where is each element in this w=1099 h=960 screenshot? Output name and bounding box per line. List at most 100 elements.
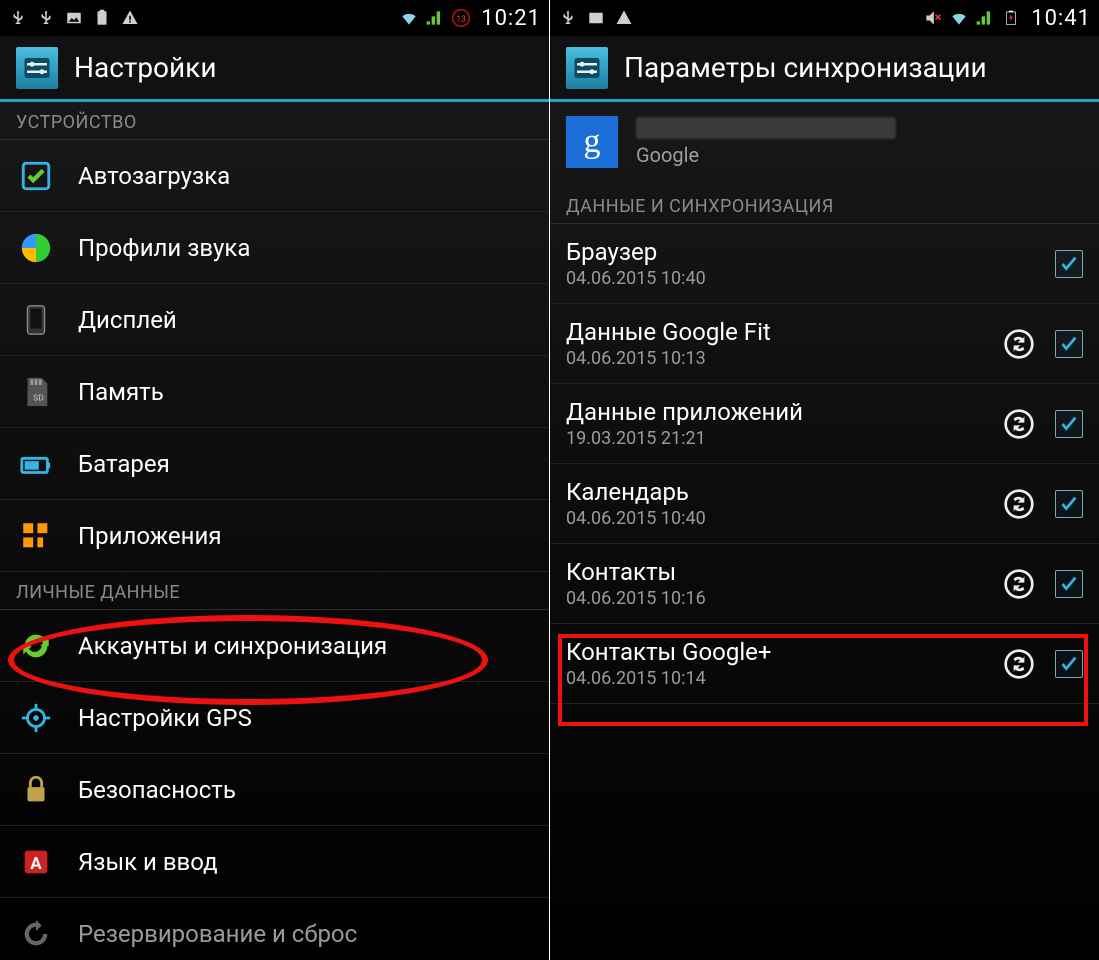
backup-icon bbox=[16, 914, 56, 954]
sync-row-contacts[interactable]: Контакты 04.06.2015 10:16 bbox=[550, 544, 1099, 624]
sync-status-icon bbox=[1003, 648, 1035, 680]
usb-icon bbox=[8, 8, 28, 28]
usb-icon bbox=[558, 8, 578, 28]
sync-item-label: Браузер bbox=[566, 238, 1033, 266]
sync-item-timestamp: 04.06.2015 10:14 bbox=[566, 668, 981, 689]
display-icon bbox=[16, 300, 56, 340]
row-label: Язык и ввод bbox=[78, 848, 218, 876]
wifi-icon bbox=[949, 8, 969, 28]
sync-item-timestamp: 04.06.2015 10:16 bbox=[566, 588, 981, 609]
storage-icon: SD bbox=[16, 372, 56, 412]
settings-list: УСТРОЙСТВО Автозагрузка Профили звука Ди… bbox=[0, 102, 549, 960]
screen-settings: 13 10:21 Настройки УСТРОЙСТВО Автозагруз… bbox=[0, 0, 549, 960]
row-accounts-sync[interactable]: Аккаунты и синхронизация bbox=[0, 610, 549, 682]
row-label: Аккаунты и синхронизация bbox=[78, 632, 387, 660]
sync-item-label: Календарь bbox=[566, 478, 981, 506]
sync-checkbox[interactable] bbox=[1055, 330, 1083, 358]
usb-icon bbox=[36, 8, 56, 28]
row-label: Батарея bbox=[78, 450, 170, 478]
sync-item-timestamp: 04.06.2015 10:40 bbox=[566, 508, 981, 529]
svg-text:A: A bbox=[30, 854, 42, 874]
row-label: Приложения bbox=[78, 522, 222, 550]
sync-row-contacts-gplus[interactable]: Контакты Google+ 04.06.2015 10:14 bbox=[550, 624, 1099, 704]
sync-item-label: Контакты Google+ bbox=[566, 638, 981, 666]
account-provider: Google bbox=[636, 143, 896, 167]
row-storage[interactable]: SD Память bbox=[0, 356, 549, 428]
sync-item-label: Данные Google Fit bbox=[566, 318, 981, 346]
picture-icon bbox=[64, 8, 84, 28]
sync-item-timestamp: 04.06.2015 10:13 bbox=[566, 348, 981, 369]
row-language[interactable]: A Язык и ввод bbox=[0, 826, 549, 898]
picture-icon bbox=[586, 8, 606, 28]
title-bar: Настройки bbox=[0, 36, 549, 102]
status-bar: 10:41 bbox=[550, 0, 1099, 36]
settings-app-icon bbox=[16, 47, 58, 89]
sync-checkbox[interactable] bbox=[1055, 410, 1083, 438]
settings-app-icon bbox=[566, 47, 608, 89]
lock-icon bbox=[16, 770, 56, 810]
sync-checkbox[interactable] bbox=[1055, 250, 1083, 278]
sync-icon bbox=[16, 626, 56, 666]
battery-icon bbox=[16, 444, 56, 484]
row-autostart[interactable]: Автозагрузка bbox=[0, 140, 549, 212]
sync-item-label: Контакты bbox=[566, 558, 981, 586]
clipboard-icon bbox=[92, 8, 112, 28]
screen-sync-settings: 10:41 Параметры синхронизации g Google Д… bbox=[550, 0, 1099, 960]
svg-text:13: 13 bbox=[457, 14, 467, 24]
row-security[interactable]: Безопасность bbox=[0, 754, 549, 826]
row-label: Безопасность bbox=[78, 776, 236, 804]
sync-row-app-data[interactable]: Данные приложений 19.03.2015 21:21 bbox=[550, 384, 1099, 464]
row-display[interactable]: Дисплей bbox=[0, 284, 549, 356]
sync-status-icon bbox=[1003, 408, 1035, 440]
sync-item-timestamp: 19.03.2015 21:21 bbox=[566, 428, 981, 449]
sync-row-browser[interactable]: Браузер 04.06.2015 10:40 bbox=[550, 224, 1099, 304]
page-title: Параметры синхронизации bbox=[624, 51, 987, 84]
status-time: 10:21 bbox=[481, 6, 541, 31]
section-header-sync: ДАННЫЕ И СИНХРОНИЗАЦИЯ bbox=[550, 186, 1099, 224]
section-header-personal: ЛИЧНЫЕ ДАННЫЕ bbox=[0, 572, 549, 610]
status-time: 10:41 bbox=[1031, 6, 1091, 31]
section-header-device: УСТРОЙСТВО bbox=[0, 102, 549, 140]
sound-icon bbox=[16, 228, 56, 268]
sync-row-google-fit[interactable]: Данные Google Fit 04.06.2015 10:13 bbox=[550, 304, 1099, 384]
row-label: Настройки GPS bbox=[78, 704, 252, 732]
battery-charging-icon bbox=[1001, 8, 1021, 28]
row-backup-reset[interactable]: Резервирование и сброс bbox=[0, 898, 549, 960]
status-bar: 13 10:21 bbox=[0, 0, 549, 36]
gps-icon bbox=[16, 698, 56, 738]
sync-row-calendar[interactable]: Календарь 04.06.2015 10:40 bbox=[550, 464, 1099, 544]
sync-checkbox[interactable] bbox=[1055, 490, 1083, 518]
autostart-icon bbox=[16, 156, 56, 196]
mute-icon bbox=[923, 8, 943, 28]
svg-text:SD: SD bbox=[33, 393, 44, 403]
sync-status-icon bbox=[1003, 328, 1035, 360]
title-bar: Параметры синхронизации bbox=[550, 36, 1099, 102]
row-apps[interactable]: Приложения bbox=[0, 500, 549, 572]
row-gps[interactable]: Настройки GPS bbox=[0, 682, 549, 754]
google-badge-icon: g bbox=[566, 116, 618, 168]
row-label: Дисплей bbox=[78, 306, 177, 334]
warning-icon bbox=[120, 8, 140, 28]
row-label: Автозагрузка bbox=[78, 162, 230, 190]
row-battery[interactable]: Батарея bbox=[0, 428, 549, 500]
page-title: Настройки bbox=[74, 51, 216, 84]
account-email-redacted bbox=[636, 117, 896, 139]
apps-icon bbox=[16, 516, 56, 556]
sync-checkbox[interactable] bbox=[1055, 570, 1083, 598]
sync-status-icon bbox=[1003, 488, 1035, 520]
account-row[interactable]: g Google bbox=[550, 102, 1099, 186]
sync-item-timestamp: 04.06.2015 10:40 bbox=[566, 268, 1033, 289]
row-label: Профили звука bbox=[78, 234, 250, 262]
wifi-icon bbox=[399, 8, 419, 28]
sync-item-label: Данные приложений bbox=[566, 398, 981, 426]
warning-icon bbox=[614, 8, 634, 28]
sync-status-icon bbox=[1003, 568, 1035, 600]
battery-badge-icon: 13 bbox=[451, 8, 471, 28]
signal-icon bbox=[425, 8, 445, 28]
signal-icon bbox=[975, 8, 995, 28]
row-sound-profiles[interactable]: Профили звука bbox=[0, 212, 549, 284]
row-label: Резервирование и сброс bbox=[78, 920, 357, 948]
sync-checkbox[interactable] bbox=[1055, 650, 1083, 678]
sync-list: g Google ДАННЫЕ И СИНХРОНИЗАЦИЯ Браузер … bbox=[550, 102, 1099, 960]
language-icon: A bbox=[16, 842, 56, 882]
